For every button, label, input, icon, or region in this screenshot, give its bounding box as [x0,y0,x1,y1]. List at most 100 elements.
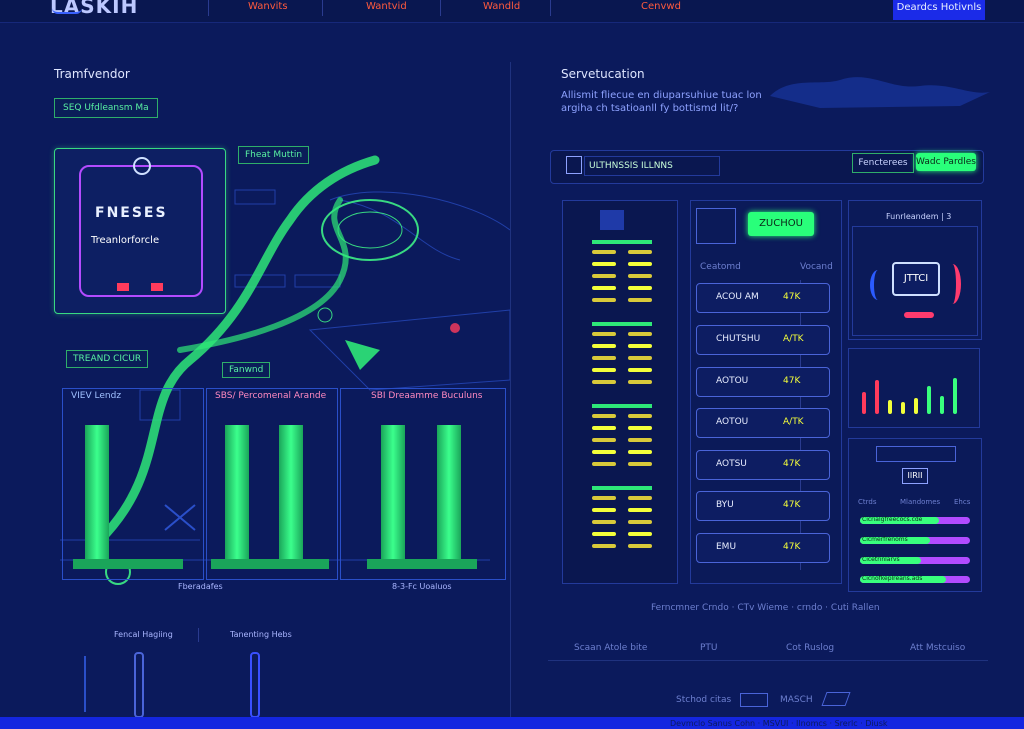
footer-label: 8-3-Fc Uoaluos [392,582,452,591]
device-led-red [151,283,163,291]
indicator-pill [628,380,652,384]
nav-cta-button[interactable]: Deardcs Hotivnls [893,0,985,20]
indicator-pill [628,462,652,466]
phone-speaker [600,210,624,230]
legend-rule [84,656,86,712]
indicator-pill [628,426,652,430]
indicator-pill [592,438,616,442]
device-sensor-icon [133,157,151,175]
nav-divider [322,0,323,16]
arrow-shape-icon [821,692,851,706]
progress-label: Cicmerfrenoms [862,536,908,543]
legend-swatch [134,652,144,718]
indicator-pill [592,344,616,348]
mini-col-header: Ehcs [954,498,971,506]
device-label-top: FNESES [95,205,168,221]
document-icon [566,156,582,174]
tag-chip[interactable]: Fheat Muttin [238,146,310,164]
row-name: ACOU AM [716,292,759,302]
legend-label: Tanenting Hebs [230,630,292,639]
column-group-label: VIEV Lendz [71,391,122,401]
pillar-base [367,559,477,569]
left-chip[interactable]: SEQ Ufdleansm Ma [54,98,158,118]
nav-divider [550,0,551,16]
grid-block-header [592,240,652,244]
grid-block-header [592,322,652,326]
chart-bar [901,402,905,414]
nav-link-4[interactable]: Cenvwd [641,1,681,12]
row-value: 47K [783,292,801,302]
indicator-pill [592,368,616,372]
indicator-pill [592,450,616,454]
indicator-pill [628,286,652,290]
row-value: 47K [783,500,801,510]
indicator-pill [628,508,652,512]
gauge-panel-title: Funrleandem | 3 [886,212,952,221]
primary-button[interactable]: Wadc Pardles [916,153,976,171]
indicator-pill [628,544,652,548]
row-value: 47K [783,542,801,552]
progress-label: Cicetrinlarvs [862,556,900,563]
pillar-base [73,559,183,569]
bottom-link[interactable]: Stchod citas [676,695,731,705]
row-value: A/TK [783,334,804,344]
indicator-pill [592,426,616,430]
device-led-red [117,283,129,291]
column-group-3: SBI Dreaamme Buculuns [340,388,506,580]
row-name: BYU [716,500,734,510]
row-value: A/TK [783,417,804,427]
nav-divider [208,0,209,16]
indicator-pill [592,508,616,512]
pillar [85,425,109,565]
right-description-line-1: Allismit fliecue en diuparsuhiue tuac lo… [561,90,762,101]
indicator-pill [592,250,616,254]
nav-link-2[interactable]: Wantvid [366,1,407,12]
chart-bar [862,392,866,414]
row-name: EMU [716,542,737,552]
nav-link-3[interactable]: Wandld [483,1,520,12]
indicator-pill [628,356,652,360]
action-button[interactable]: ZUCHOU [748,212,814,236]
indicator-pill [628,520,652,524]
mini-slider[interactable] [876,446,956,462]
logo-swoosh-icon [52,8,82,14]
action-icon-box[interactable] [696,208,736,244]
row-value: 47K [783,376,801,386]
gauge-accent [904,312,934,318]
footer-col: Cot Ruslog [786,643,835,653]
indicator-pill [592,462,616,466]
bottom-strip-text: Devmclo Sanus Cohn · MSVUI · Ilnomcs · S… [670,719,888,728]
gauge-display: JTTCI [892,262,940,296]
chart-bar [914,398,918,414]
secondary-button[interactable]: Fencterees [852,153,914,173]
footer-col: Att Mstcuiso [910,643,966,653]
device-panel: FNESES Treanlorforcle [54,148,226,314]
list-header-right: Vocand [800,262,833,272]
indicator-pill [592,532,616,536]
pillar [437,425,461,565]
decor-cloud [770,77,990,108]
device-frame [79,165,203,297]
section-divider [510,62,511,722]
tag-chip[interactable]: TREAND CICUR [66,350,149,368]
indicator-pill [628,532,652,536]
nav-link-1[interactable]: Wanvits [248,1,288,12]
indicator-pill [628,332,652,336]
indicator-pill [592,332,616,336]
indicator-pill [592,298,616,302]
column-group-label: SBS/ Percomenal Arande [215,391,327,401]
pillar [381,425,405,565]
bottom-link[interactable]: MASCH [780,695,813,705]
left-section-title: Tramfvendor [54,67,130,81]
mini-label: IIRII [902,468,928,484]
column-group-2: SBS/ Percomenal Arande [206,388,338,580]
grid-block-header [592,404,652,408]
indicator-pill [628,262,652,266]
tag-chip[interactable]: Fanwnd [222,362,271,378]
chart-bar [927,386,931,414]
search-input[interactable]: ULTHNSSIS ILLNNS [584,156,720,176]
progress-label: Cicnofkeplreans.ads [862,575,923,582]
right-description-line-2: argiha ch tsatioanll fy bottismd lit/? [561,103,739,114]
indicator-pill [592,496,616,500]
row-name: AOTOU [716,376,749,386]
